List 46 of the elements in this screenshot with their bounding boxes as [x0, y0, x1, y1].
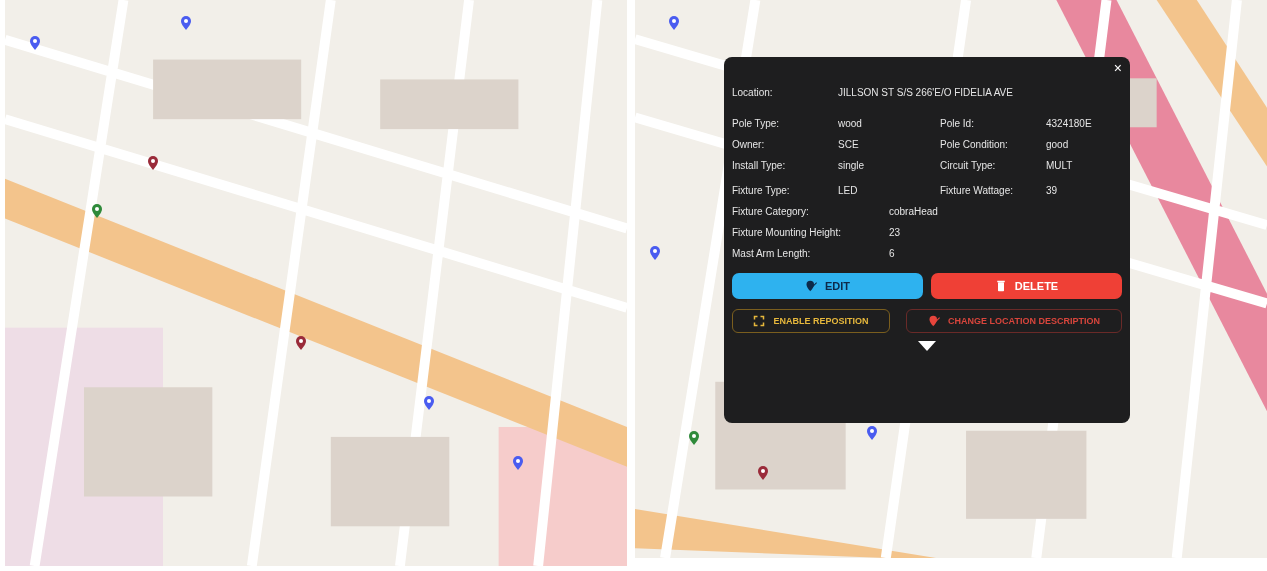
- map-pin-icon[interactable]: [148, 156, 159, 170]
- field-value: 39: [1046, 185, 1059, 196]
- field-label: Owner:: [732, 139, 766, 150]
- map-pin-icon[interactable]: [29, 36, 40, 50]
- field-value: SCE: [838, 139, 860, 150]
- map-pin-icon[interactable]: [424, 396, 435, 410]
- map-pin-icon[interactable]: [669, 16, 680, 30]
- map-pin-icon[interactable]: [296, 336, 307, 350]
- reposition-button[interactable]: ENABLE REPOSITION: [732, 309, 890, 333]
- caret-icon[interactable]: [918, 341, 936, 351]
- field-label: Pole Type:: [732, 118, 781, 129]
- field-value: 4324180E: [1046, 118, 1093, 129]
- map-pin-icon[interactable]: [689, 431, 700, 445]
- field-value: LED: [838, 185, 859, 196]
- field-value: good: [1046, 139, 1070, 150]
- field-label: Pole Condition:: [940, 139, 1009, 150]
- map-pin-icon[interactable]: [513, 456, 524, 470]
- field-label: Fixture Wattage:: [940, 185, 1014, 196]
- field-label: Fixture Type:: [732, 185, 791, 196]
- field-label: Fixture Mounting Height:: [732, 227, 842, 238]
- pin-pencil-icon: [928, 315, 941, 327]
- field-value: 23: [889, 227, 902, 238]
- map-pin-icon[interactable]: [758, 466, 769, 480]
- field-label: Install Type:: [732, 160, 787, 171]
- expand-icon: [753, 315, 766, 327]
- field-value: single: [838, 160, 866, 171]
- trash-icon: [994, 280, 1007, 292]
- field-value: wood: [838, 118, 863, 129]
- field-label: Mast Arm Length:: [732, 248, 812, 259]
- field-label: Pole Id:: [940, 118, 975, 129]
- change-location-button[interactable]: CHANGE LOCATION DESCRIPTION: [906, 309, 1122, 333]
- delete-button[interactable]: DELETE: [931, 273, 1122, 299]
- field-value: cobraHead: [889, 206, 939, 217]
- field-value: JILLSON ST S/S 266'E/O FIDELIA AVE: [838, 87, 1014, 98]
- map-pin-icon[interactable]: [180, 16, 191, 30]
- field-value: 6: [889, 248, 896, 259]
- edit-button[interactable]: EDIT: [732, 273, 923, 299]
- field-label: Location:: [732, 87, 774, 98]
- map-pin-icon[interactable]: [91, 204, 102, 218]
- pin-pencil-icon: [804, 280, 817, 292]
- close-button[interactable]: ×: [1111, 60, 1124, 76]
- map-pin-icon[interactable]: [866, 426, 877, 440]
- field-value: MULT: [1046, 160, 1074, 171]
- map-pin-icon[interactable]: [649, 246, 660, 260]
- field-label: Fixture Category:: [732, 206, 810, 217]
- field-label: Circuit Type:: [940, 160, 997, 171]
